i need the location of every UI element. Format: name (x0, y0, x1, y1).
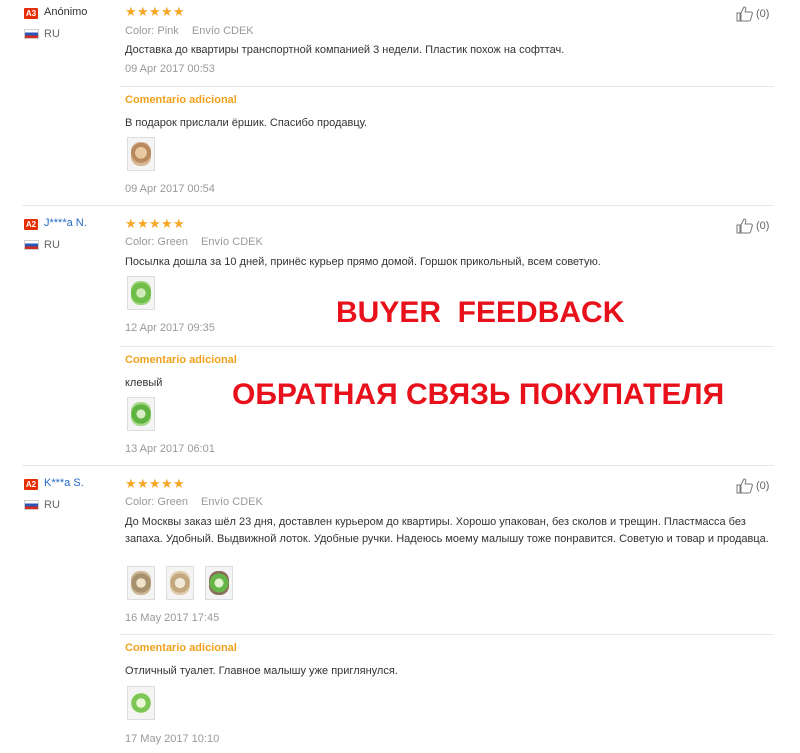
thumbs-up-icon (736, 478, 753, 494)
thumbs-up-icon (736, 6, 753, 22)
helpful-button[interactable]: (0) (736, 477, 769, 495)
reviewer-country: RU (44, 499, 60, 511)
star-icon: ★ (173, 4, 185, 19)
additional-comment-label: Comentario adicional (125, 94, 237, 106)
order-attributes: Color: Pink Envío CDEK (125, 25, 254, 37)
shipping-value: CDEK (232, 496, 263, 508)
helpful-count: (0) (756, 8, 770, 20)
review-divider (22, 465, 774, 466)
review-date: 16 May 2017 17:45 (125, 612, 220, 624)
star-icon: ★ (125, 476, 137, 491)
buyer-feedback-overlay: BUYER FEEDBACK (336, 296, 625, 329)
divider (120, 346, 774, 347)
review-photo-thumbnail[interactable] (127, 397, 155, 431)
russia-flag-icon (24, 240, 39, 250)
review-date: 12 Apr 2017 09:35 (125, 322, 215, 334)
star-icon: ★ (149, 476, 161, 491)
reviewer-name[interactable]: J****a N. (44, 217, 87, 229)
color-label: Color: (125, 25, 155, 37)
review-photo-thumbnail[interactable] (127, 566, 155, 600)
review-photo-thumbnail[interactable] (205, 566, 233, 600)
shipping-label: Envío (201, 496, 230, 508)
star-icon: ★ (125, 4, 137, 19)
star-icon: ★ (173, 216, 185, 231)
order-attributes: Color: Green Envío CDEK (125, 236, 263, 248)
star-icon: ★ (149, 4, 161, 19)
potty-photo-2 (170, 571, 190, 595)
helpful-button[interactable]: (0) (736, 217, 769, 235)
additional-comment-label: Comentario adicional (125, 354, 237, 366)
shipping-value: CDEK (232, 236, 263, 248)
review-text: Посылка дошла за 10 дней, принёс курьер … (125, 256, 601, 268)
green-potty-photo (131, 691, 151, 715)
reviewer-name[interactable]: K***a S. (44, 477, 84, 489)
green-potty-photo (131, 402, 151, 426)
divider (120, 86, 774, 87)
star-icon: ★ (161, 4, 173, 19)
divider (120, 634, 774, 635)
star-icon: ★ (149, 216, 161, 231)
shipping-label: Envío (191, 25, 221, 37)
reviewer-country: RU (44, 28, 60, 40)
review-text: До Москвы заказ шёл 23 дня, доставлен ку… (125, 516, 769, 545)
star-icon: ★ (173, 476, 185, 491)
additional-comment-text: Отличный туалет. Главное малышу уже приг… (125, 665, 398, 677)
green-potty-photo (131, 281, 151, 305)
star-icon: ★ (137, 476, 149, 491)
star-icon: ★ (137, 216, 149, 231)
star-rating: ★ ★ ★ ★ ★ (125, 4, 185, 19)
helpful-button[interactable]: (0) (736, 5, 769, 23)
star-icon: ★ (161, 216, 173, 231)
potty-photo-3 (209, 571, 229, 595)
color-value: Green (157, 496, 188, 508)
additional-comment-date: 09 Apr 2017 00:54 (125, 183, 215, 195)
review-text: Доставка до квартиры транспортной компан… (125, 44, 565, 56)
review-photo-thumbnail[interactable] (127, 137, 155, 171)
review-photo-thumbnail[interactable] (127, 276, 155, 310)
buyer-feedback-overlay-russian: ОБРАТНАЯ СВЯЗЬ ПОКУПАТЕЛЯ (232, 378, 725, 411)
order-attributes: Color: Green Envío CDEK (125, 496, 263, 508)
user-level-badge: A2 (24, 219, 38, 230)
star-icon: ★ (137, 4, 149, 19)
color-label: Color: (125, 236, 155, 248)
review-divider (22, 205, 774, 206)
reviewer-name: Anónimo (44, 6, 88, 18)
helpful-count: (0) (756, 220, 770, 232)
user-level-badge: A3 (24, 8, 38, 19)
reviewer-country: RU (44, 239, 60, 251)
pink-toilet-brush-photo (131, 142, 151, 166)
star-rating: ★ ★ ★ ★ ★ (125, 216, 185, 231)
additional-comment-label: Comentario adicional (125, 642, 237, 654)
color-label: Color: (125, 496, 155, 508)
russia-flag-icon (24, 29, 39, 39)
review-photo-thumbnail[interactable] (127, 686, 155, 720)
user-level-badge: A2 (24, 479, 38, 490)
additional-comment-date: 13 Apr 2017 06:01 (125, 443, 215, 455)
review-date: 09 Apr 2017 00:53 (125, 63, 215, 75)
review-photo-thumbnail[interactable] (166, 566, 194, 600)
potty-photo-1 (131, 571, 151, 595)
shipping-label: Envío (201, 236, 230, 248)
color-value: Pink (157, 25, 179, 37)
shipping-value: CDEK (223, 25, 254, 37)
additional-comment-date: 17 May 2017 10:10 (125, 733, 220, 745)
star-rating: ★ ★ ★ ★ ★ (125, 476, 185, 491)
star-icon: ★ (125, 216, 137, 231)
thumbs-up-icon (736, 218, 753, 234)
color-value: Green (157, 236, 188, 248)
additional-comment-text: В подарок прислали ёршик. Спасибо продав… (125, 117, 368, 129)
star-icon: ★ (161, 476, 173, 491)
helpful-count: (0) (756, 480, 770, 492)
russia-flag-icon (24, 500, 39, 510)
